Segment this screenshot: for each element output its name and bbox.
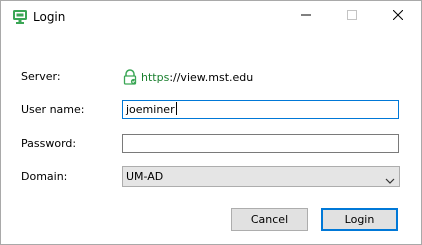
minimize-icon	[301, 10, 311, 23]
minimize-button[interactable]	[283, 1, 329, 32]
close-button[interactable]	[375, 1, 421, 32]
close-icon	[392, 9, 404, 23]
password-field[interactable]	[122, 134, 399, 153]
secure-lock-icon	[122, 69, 138, 85]
username-field[interactable]: joeminer	[122, 100, 399, 119]
server-url-scheme: https	[141, 70, 170, 84]
maximize-icon	[347, 10, 357, 23]
username-label: User name:	[21, 103, 85, 116]
horizon-client-icon	[12, 9, 28, 25]
domain-select[interactable]: UM-AD	[122, 166, 400, 187]
domain-value: UM-AD	[126, 170, 164, 183]
password-label: Password:	[21, 137, 77, 150]
chevron-down-icon	[385, 172, 395, 184]
text-caret	[175, 102, 177, 115]
domain-label: Domain:	[21, 170, 68, 183]
maximize-button[interactable]	[329, 1, 375, 32]
username-value: joeminer	[126, 103, 175, 116]
server-address: https://view.mst.edu	[122, 68, 253, 86]
cancel-button[interactable]: Cancel	[231, 208, 308, 231]
login-dialog: Login Server: https://view.mst.edu User…	[0, 0, 422, 245]
server-url-host: ://view.mst.edu	[169, 70, 254, 84]
title-bar[interactable]: Login	[1, 1, 421, 32]
window-title: Login	[33, 10, 66, 24]
login-button[interactable]: Login	[321, 208, 398, 231]
server-label: Server:	[21, 70, 61, 83]
